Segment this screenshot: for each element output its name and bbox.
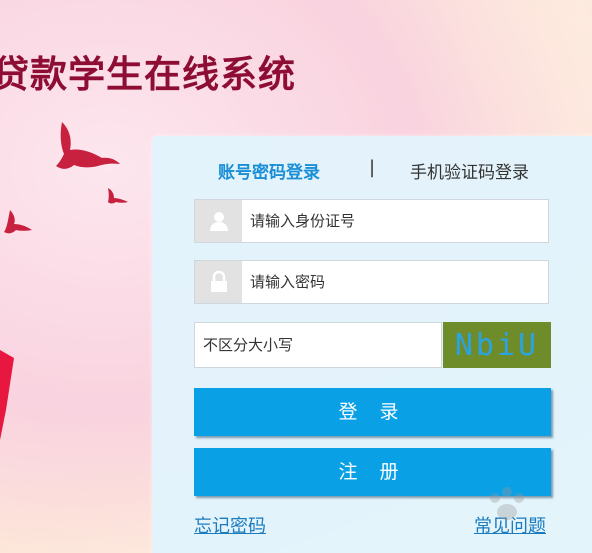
page-title: 贷款学生在线系统 (0, 53, 296, 96)
lock-icon (195, 261, 242, 303)
captcha-field (194, 322, 442, 368)
login-button[interactable]: 登 录 (194, 388, 551, 436)
password-input[interactable] (250, 261, 540, 303)
id-number-field (194, 199, 549, 243)
faq-link[interactable]: 常见问题 (474, 512, 546, 538)
red-ribbon-decoration (0, 350, 14, 440)
login-tabs: 账号密码登录 | 手机验证码登录 (152, 157, 592, 184)
id-number-input[interactable] (250, 200, 540, 242)
user-icon (195, 200, 242, 242)
tab-account-password[interactable]: 账号密码登录 (218, 158, 320, 183)
login-panel: 账号密码登录 | 手机验证码登录 请输入身份证号 不区分大小写 NbiU 登 录… (152, 136, 592, 553)
tab-sms-code[interactable]: 手机验证码登录 (410, 158, 529, 183)
password-field (194, 260, 549, 304)
forgot-password-link[interactable]: 忘记密码 (194, 512, 266, 538)
tab-separator: | (369, 157, 376, 178)
login-page: 贷款学生在线系统 账号密码登录 | 手机验证码登录 请输入身份证号 不区分大小写… (0, 0, 592, 553)
captcha-image[interactable]: NbiU (443, 322, 551, 368)
register-button[interactable]: 注 册 (194, 448, 551, 496)
flying-birds-decoration (4, 122, 128, 234)
captcha-input[interactable] (203, 323, 433, 367)
